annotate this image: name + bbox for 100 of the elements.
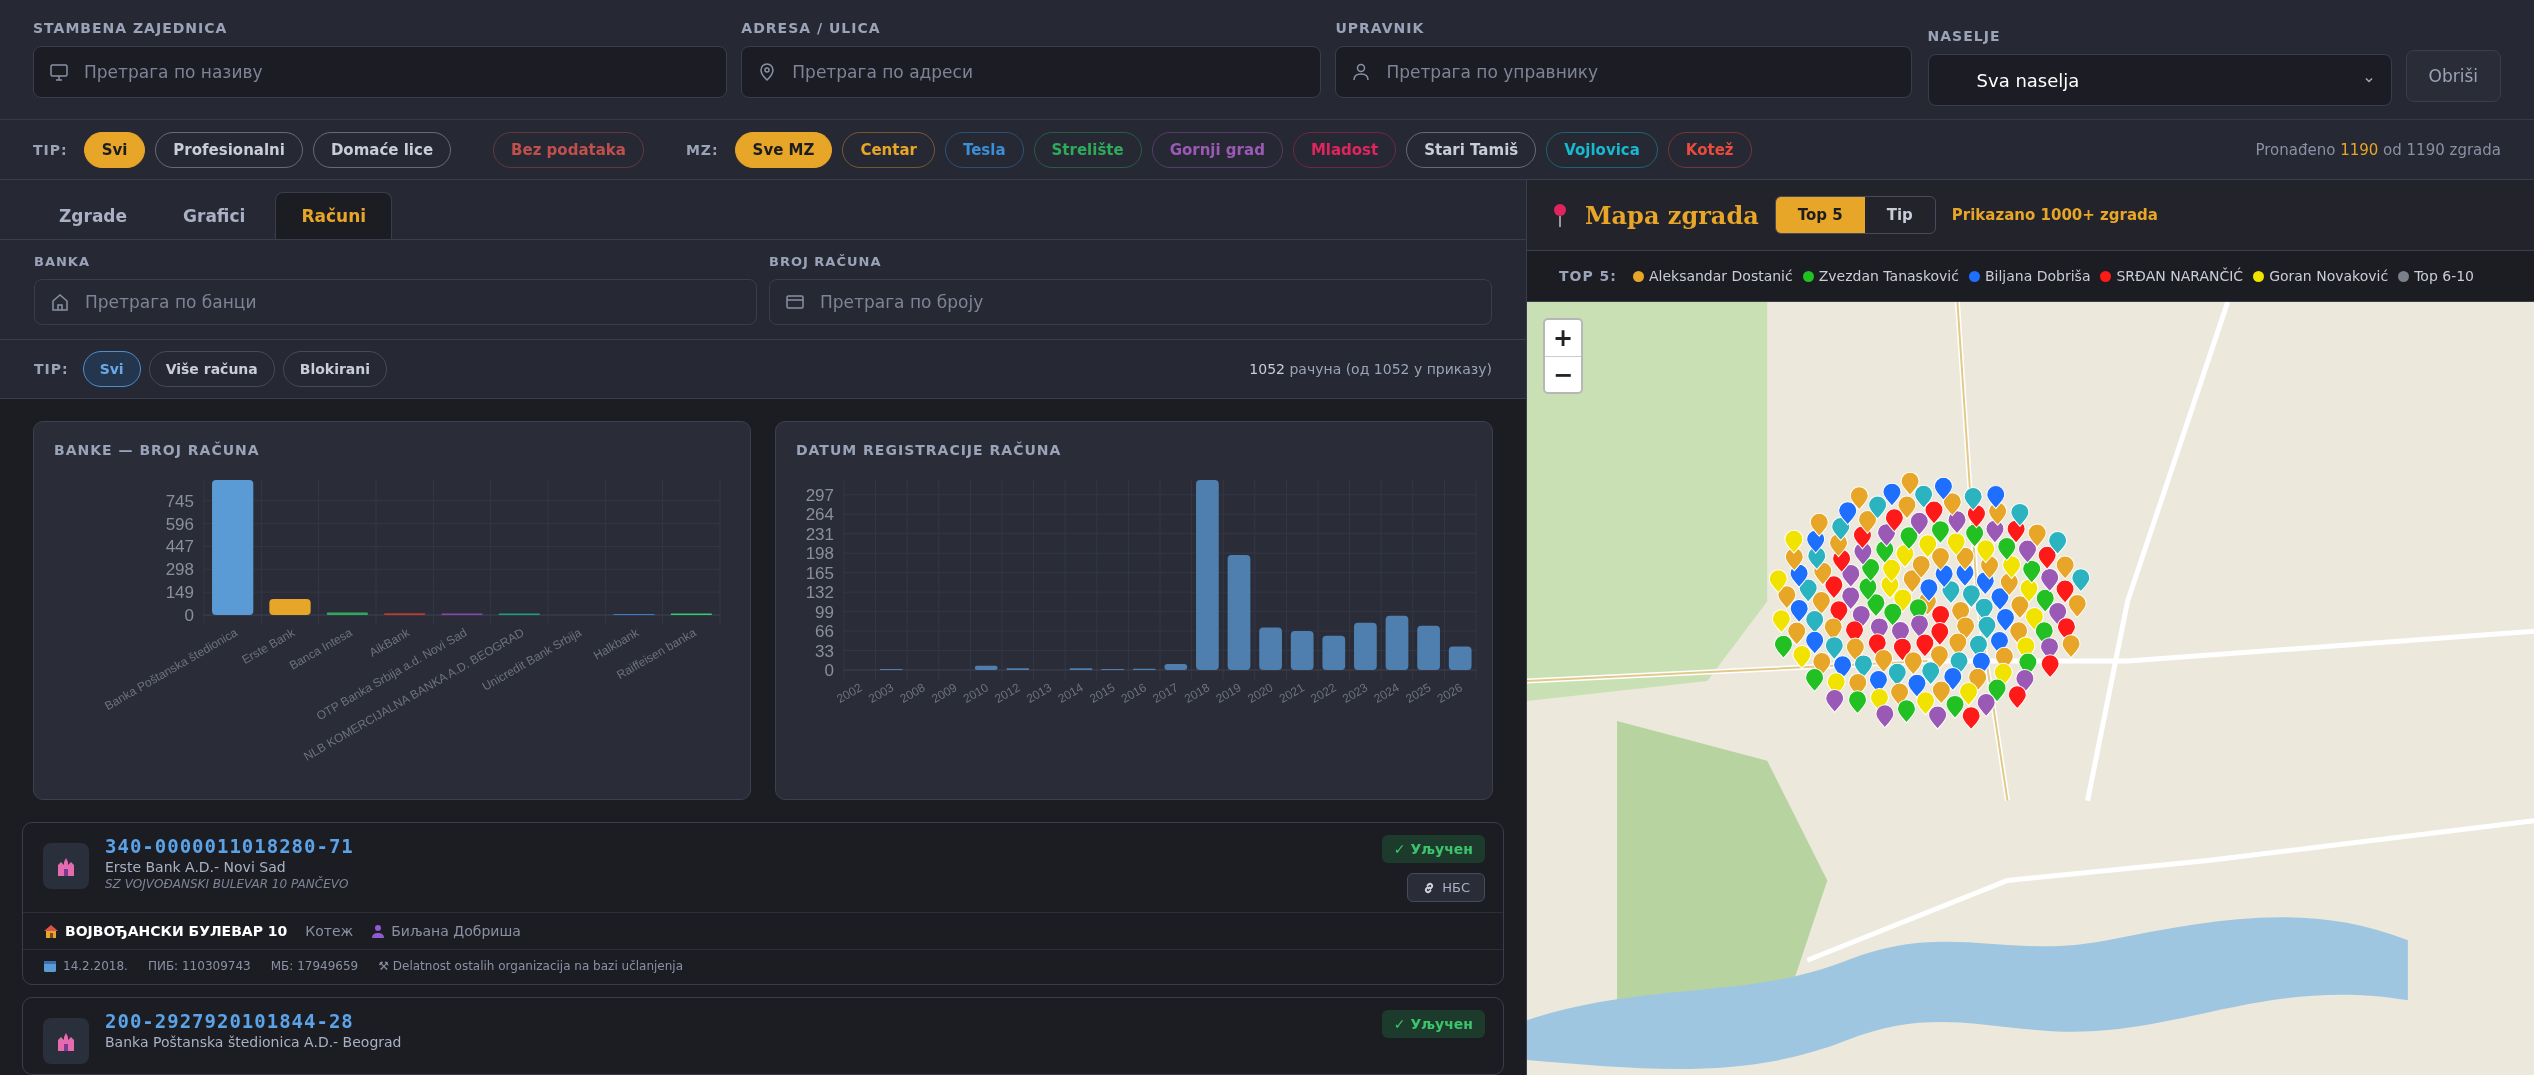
filter-label: MZ:	[685, 141, 719, 158]
mode-toggle[interactable]: Tip	[1864, 197, 1935, 233]
chart-title: BANKE — BROJ RAČUNA	[54, 441, 261, 458]
community-name: SZ VOJVOĐANSKI BULEVAR 10 PANČEVO	[105, 877, 350, 891]
axis-tick-label: 99	[815, 602, 834, 622]
tab[interactable]: Zgrade	[33, 192, 154, 239]
search-field[interactable]: Претрага по управнику	[1335, 46, 1912, 98]
axis-tick-label: 447	[165, 537, 194, 557]
mode-toggle[interactable]: Top 5	[1775, 197, 1865, 233]
manager-name: Биљана Добриша	[391, 923, 521, 939]
bar	[1354, 622, 1377, 670]
castle-icon	[43, 843, 89, 889]
map-title: Mapa zgrada	[1585, 200, 1759, 230]
axis-tick-label: 298	[165, 560, 194, 580]
account-number[interactable]: 340-0000011018280-71	[105, 835, 1366, 857]
axis-category-label: 2020	[1245, 680, 1276, 706]
axis-tick-label: 596	[165, 514, 194, 534]
bar	[326, 612, 368, 615]
registration-date: 14.2.2018.	[63, 959, 128, 973]
axis-category-label: 2012	[992, 680, 1023, 706]
axis-tick-label: 264	[805, 505, 834, 525]
filter-chip[interactable]: Sve MZ	[734, 131, 833, 168]
bar	[1417, 625, 1440, 670]
search-field[interactable]: Претрага по банци	[34, 279, 757, 325]
chart-title: DATUM REGISTRACIJE RAČUNA	[796, 441, 1063, 458]
bar	[974, 665, 998, 670]
legend-label: Biljana Dobriša	[1984, 268, 2091, 284]
axis-tick-label: 0	[184, 605, 194, 625]
axis-tick-label: 0	[824, 660, 834, 680]
legend-label: Zvezdan Tanasković	[1818, 268, 1959, 284]
axis-category-label: 2018	[1181, 680, 1213, 706]
person-icon	[1351, 62, 1372, 82]
map-notice: Prikazano 1000+ zgrada	[1951, 206, 2158, 224]
axis-category-label: 2015	[1087, 680, 1118, 706]
bar	[1259, 627, 1282, 670]
axis-category-label: 2016	[1118, 680, 1149, 706]
filter-chip[interactable]: Svi	[83, 131, 146, 168]
nbs-link-button[interactable]: НБС	[1407, 873, 1485, 902]
result-count-label: od 1190 zgrada	[2383, 140, 2501, 159]
tab[interactable]: Računi	[275, 192, 393, 239]
legend-label: Top 6-10	[2414, 268, 2474, 284]
axis-category-label: 2010	[960, 680, 991, 706]
axis-tick-label: 745	[165, 491, 194, 511]
bank-name: Banka Poštanska štedionica A.D.- Beograd	[105, 1034, 403, 1050]
axis-category-label: 2009	[929, 680, 960, 706]
filter-label: TIP:	[34, 360, 69, 377]
bar	[1385, 615, 1409, 670]
tax-id: ПИБ: 110309743	[147, 959, 251, 973]
clear-button[interactable]: Obriši	[2405, 50, 2501, 102]
search-field[interactable]: Претрага по адреси	[741, 46, 1322, 98]
bar	[1164, 663, 1188, 670]
axis-tick-label: 33	[815, 641, 834, 661]
axis-category-label: 2017	[1150, 680, 1181, 706]
house-icon	[43, 923, 59, 939]
axis-tick-label: 132	[805, 583, 834, 602]
axis-category-label: 2019	[1213, 680, 1244, 706]
tab[interactable]: Grafici	[157, 192, 272, 239]
field-label: BANKA	[34, 254, 91, 269]
axis-tick-label: 149	[165, 583, 194, 602]
axis-category-label: 2003	[865, 680, 897, 706]
area-name: Котеж	[305, 923, 354, 939]
account-count: 1052 рачуна (од 1052 у приказу)	[1249, 360, 1492, 377]
legend-label: TOP 5:	[1559, 268, 1617, 284]
pushpin-icon	[1551, 202, 1569, 228]
bar	[1448, 646, 1472, 670]
zoom-in-button[interactable]: +	[1545, 320, 1581, 356]
zoom-out-button[interactable]: −	[1545, 356, 1581, 392]
axis-category-label: 2023	[1339, 680, 1371, 706]
legend-label: SRĐAN NARANČIĆ	[2116, 268, 2244, 284]
castle-icon	[43, 1018, 89, 1064]
axis-tick-label: 66	[815, 621, 834, 641]
account-number[interactable]: 200-2927920101844-28	[105, 1010, 1366, 1032]
field-label: BROJ RAČUNA	[769, 254, 883, 269]
axis-category-label: 2022	[1308, 680, 1339, 706]
axis-tick-label: 198	[805, 544, 834, 564]
person-icon	[371, 924, 386, 938]
axis-tick-label: 231	[805, 524, 834, 544]
axis-category-label: 2014	[1055, 680, 1086, 706]
axis-category-label: 2021	[1276, 680, 1307, 706]
axis-category-label: 2008	[897, 680, 928, 706]
axis-tick-label: 297	[805, 485, 834, 505]
status-badge: ✓ Уључен	[1381, 835, 1485, 863]
axis-category-label: 2002	[834, 680, 865, 706]
field-label: STAMBENA ZAJEDNICA	[33, 20, 229, 36]
result-count-number: 1190	[2340, 140, 2379, 159]
search-field[interactable]: Претрага по називу	[33, 46, 728, 98]
filter-label: TIP:	[33, 141, 68, 158]
activity-text: ⚒ Delatnost ostalih organizacija na bazi učlanjenja	[378, 959, 684, 973]
bar	[269, 598, 311, 615]
filter-chip[interactable]: Svi	[82, 350, 141, 387]
card-icon	[785, 292, 805, 312]
building-name[interactable]: ВОЈВОЂАНСКИ БУЛЕВАР 10	[65, 923, 288, 939]
field-label: ADRESA / ULICA	[741, 20, 882, 36]
search-field[interactable]: Претрага по броју	[769, 279, 1492, 325]
axis-category-label: 2025	[1403, 680, 1434, 706]
registry-number: МБ: 17949659	[270, 959, 359, 973]
field-label: UPRAVNIK	[1335, 20, 1426, 36]
settlement-dropdown[interactable]: Sva naselja	[1927, 54, 2392, 106]
legend-label: Aleksandar Dostanić	[1648, 268, 1793, 284]
bar	[1322, 635, 1346, 670]
